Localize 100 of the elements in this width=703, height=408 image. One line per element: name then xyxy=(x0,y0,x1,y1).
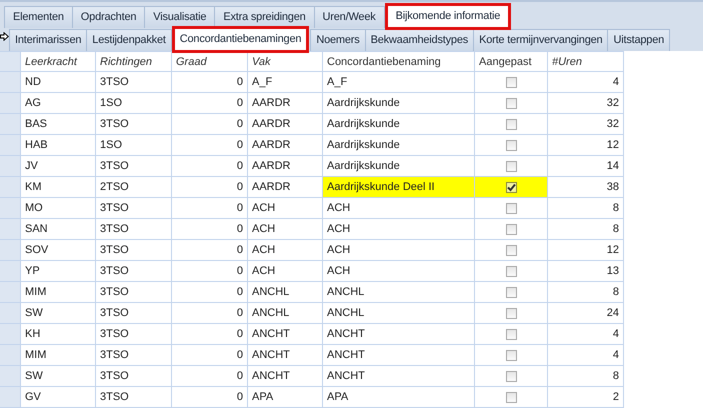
table-cell: 0 xyxy=(172,134,248,156)
table-cell: JV xyxy=(20,156,96,176)
column-header[interactable]: Concordantiebenaming xyxy=(322,52,474,72)
table-cell: Aardrijkskunde Deel II xyxy=(322,176,474,198)
table-cell: ANCHT xyxy=(322,366,474,386)
table-cell: 3TSO xyxy=(96,198,172,218)
tab[interactable]: Bekwaamheidstypes xyxy=(364,29,474,51)
table-cell: ANCHT xyxy=(322,344,474,366)
checkbox[interactable] xyxy=(506,308,516,319)
table-cell: 3TSO xyxy=(96,302,172,324)
table-cell: SW xyxy=(20,302,96,324)
table-cell: ANCHL xyxy=(322,302,474,324)
table-cell: 3TSO xyxy=(96,72,172,92)
checkbox[interactable] xyxy=(506,286,516,298)
table-cell: 0 xyxy=(172,198,248,218)
checkbox[interactable] xyxy=(506,328,516,340)
table-cell: 3TSO xyxy=(96,324,172,344)
table-cell: 32 xyxy=(548,92,624,114)
column-header[interactable]: Leerkracht xyxy=(20,52,96,72)
table-cell: ACH xyxy=(322,218,474,240)
table-cell: 12 xyxy=(548,134,624,156)
table-cell: 24 xyxy=(548,302,624,324)
table-cell: 2TSO xyxy=(96,176,172,198)
table-cell: ANCHT xyxy=(248,366,322,386)
checkbox[interactable] xyxy=(506,266,516,277)
tab[interactable]: Noemers xyxy=(310,29,366,51)
checkbox[interactable] xyxy=(506,244,516,256)
table-cell: APA xyxy=(248,386,322,408)
column-header[interactable]: #Uren xyxy=(548,52,624,72)
table-cell: 13 xyxy=(548,260,624,282)
table-cell: 4 xyxy=(548,324,624,344)
table-cell: 3TSO xyxy=(96,240,172,260)
table-cell: ACH xyxy=(322,240,474,260)
table-cell: 3TSO xyxy=(96,344,172,366)
tab[interactable]: Bijkomende informatie xyxy=(386,5,510,28)
checkbox[interactable] xyxy=(506,224,516,235)
column-header[interactable]: Richtingen xyxy=(96,52,172,72)
table-cell: Aardrijkskunde xyxy=(322,114,474,134)
checkbox[interactable] xyxy=(506,182,516,193)
checkbox[interactable] xyxy=(506,98,516,109)
tab[interactable]: Concordantiebenamingen xyxy=(174,28,308,51)
table-cell: ACH xyxy=(248,218,322,240)
table-cell: 3TSO xyxy=(96,386,172,408)
table-cell: 3TSO xyxy=(96,282,172,302)
table-cell: ANCHL xyxy=(248,302,322,324)
checkbox[interactable] xyxy=(506,392,516,403)
table-cell: 0 xyxy=(172,260,248,282)
tab[interactable]: Extra spreidingen xyxy=(214,6,315,28)
checkbox[interactable] xyxy=(506,202,516,214)
checkbox[interactable] xyxy=(506,370,516,382)
table-cell: HAB xyxy=(20,134,96,156)
checkbox[interactable] xyxy=(506,350,516,361)
table-cell: ANCHL xyxy=(322,282,474,302)
table-cell: ANCHT xyxy=(322,324,474,344)
table-cell: ANCHT xyxy=(248,344,322,366)
table-cell: ACH xyxy=(322,198,474,218)
table-cell: ACH xyxy=(248,260,322,282)
table-cell: 12 xyxy=(548,240,624,260)
table-cell: 2 xyxy=(548,386,624,408)
table-cell: 1SO xyxy=(96,92,172,114)
table-cell: KH xyxy=(20,324,96,344)
table-cell: 0 xyxy=(172,92,248,114)
column-header[interactable]: Aangepast xyxy=(474,52,548,72)
column-header[interactable]: Graad xyxy=(172,52,248,72)
tab[interactable]: Opdrachten xyxy=(72,6,146,28)
checkbox[interactable] xyxy=(506,76,516,88)
table-cell: APA xyxy=(322,386,474,408)
table-cell: MIM xyxy=(20,282,96,302)
table-cell: 8 xyxy=(548,366,624,386)
table-cell: ACH xyxy=(248,198,322,218)
table-cell: 3TSO xyxy=(96,156,172,176)
tab[interactable]: Uren/Week xyxy=(314,6,385,28)
table-cell: Aardrijkskunde xyxy=(322,134,474,156)
checkbox[interactable] xyxy=(506,118,516,130)
checkbox[interactable] xyxy=(506,160,516,172)
tab[interactable]: Korte termijnvervangingen xyxy=(473,29,608,51)
table-cell: Aardrijkskunde xyxy=(322,92,474,114)
table-cell: ACH xyxy=(322,260,474,282)
tab[interactable]: Interimarissen xyxy=(9,29,88,51)
table-cell: 0 xyxy=(172,302,248,324)
table-cell: 0 xyxy=(172,218,248,240)
table-cell: BAS xyxy=(20,114,96,134)
table-cell: ANCHL xyxy=(248,282,322,302)
table-cell: SW xyxy=(20,366,96,386)
table-cell: 0 xyxy=(172,366,248,386)
tab[interactable]: Uitstappen xyxy=(607,29,670,51)
column-header[interactable]: Vak xyxy=(248,52,322,72)
tab[interactable]: Lestijdenpakket xyxy=(86,29,172,51)
table-cell: ACH xyxy=(248,240,322,260)
table-cell: ND xyxy=(20,72,96,92)
table-cell: SOV xyxy=(20,240,96,260)
tab[interactable]: Visualisatie xyxy=(144,6,216,28)
table-cell: KM xyxy=(20,176,96,198)
tab[interactable]: Elementen xyxy=(4,6,73,28)
checkbox[interactable] xyxy=(506,140,516,151)
table-cell: 0 xyxy=(172,176,248,198)
table-cell: MIM xyxy=(20,344,96,366)
table-cell: 0 xyxy=(172,72,248,92)
table-cell: AARDR xyxy=(248,114,322,134)
table-cell: 3TSO xyxy=(96,366,172,386)
